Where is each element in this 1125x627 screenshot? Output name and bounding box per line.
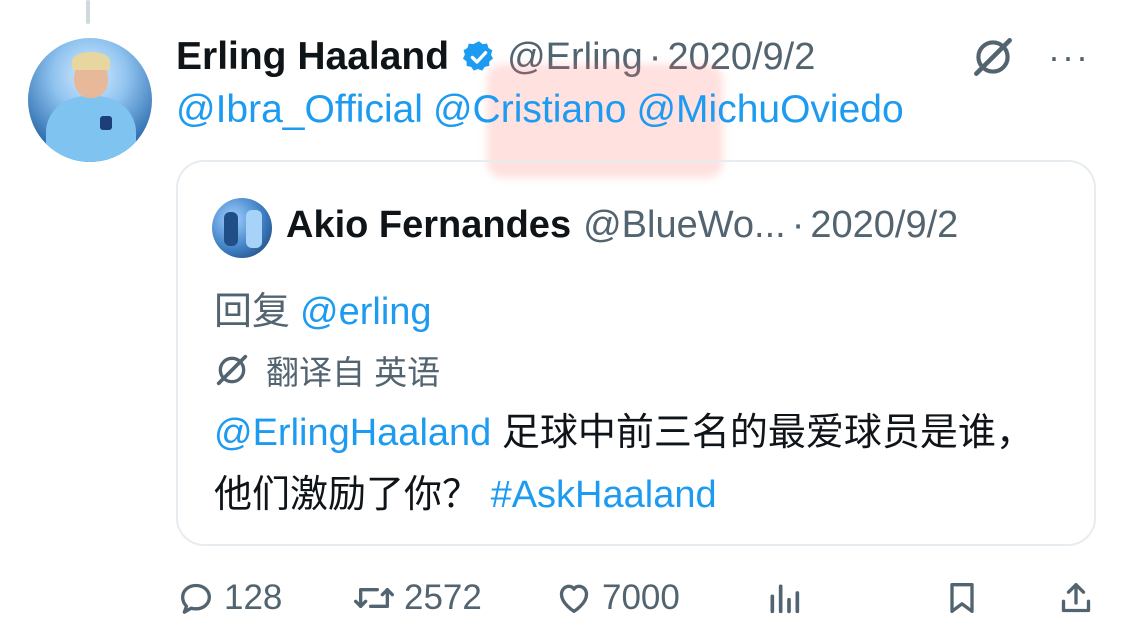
reply-mention-link[interactable]: @erling	[300, 291, 432, 333]
bookmark-button[interactable]	[942, 570, 990, 626]
like-button[interactable]: 7000	[554, 570, 680, 626]
retweet-icon	[353, 588, 394, 608]
reply-button[interactable]: 128	[176, 570, 282, 626]
translate-icon	[974, 38, 1012, 76]
quoted-author-avatar[interactable]	[212, 198, 272, 258]
quoted-tweet-card[interactable]: Akio Fernandes @BlueWo... · 2020/9/2 回复 @…	[176, 160, 1096, 546]
more-icon: ···	[1048, 36, 1090, 77]
mention-link[interactable]: @Ibra_Official	[176, 88, 423, 131]
quoted-tweet-header: Akio Fernandes @BlueWo... · 2020/9/2	[286, 204, 958, 247]
reply-count: 128	[224, 578, 283, 617]
reply-prefix: 回复	[214, 291, 291, 333]
hashtag-link[interactable]: #AskHaaland	[491, 474, 717, 516]
translated-from-label[interactable]: 翻译自 英语	[212, 346, 440, 394]
mention-link[interactable]: @Cristiano	[433, 88, 626, 131]
like-count: 7000	[602, 578, 680, 617]
reply-icon	[181, 583, 211, 614]
retweet-button[interactable]: 2572	[352, 570, 482, 626]
translate-button[interactable]	[968, 34, 1020, 80]
views-button[interactable]	[764, 570, 812, 626]
tweet-view: Erling Haaland @Erling · 2020/9/2 ··· @I…	[0, 0, 1125, 627]
quoted-tweet-date[interactable]: 2020/9/2	[810, 204, 958, 247]
more-options-button[interactable]: ···	[1048, 34, 1096, 80]
translated-label-text: 翻译自 英语	[266, 354, 441, 391]
retweet-count: 2572	[404, 578, 482, 617]
share-button[interactable]	[1056, 570, 1104, 626]
quoted-author-handle[interactable]: @BlueWo...	[583, 204, 786, 247]
mention-link[interactable]: @MichuOviedo	[636, 88, 903, 131]
views-chart-icon	[770, 584, 800, 614]
translate-icon	[216, 354, 248, 386]
reply-context: 回复 @erling	[214, 280, 432, 335]
tweet-mentions: @Ibra_Official @Cristiano @MichuOviedo	[176, 88, 914, 132]
author-name[interactable]: Erling Haaland	[176, 35, 449, 79]
quoted-tweet-text: @ErlingHaaland 足球中前三名的最爱球员是谁，他们激励了你？ #As…	[214, 402, 1054, 526]
quoted-header-separator: ·	[791, 204, 805, 246]
quoted-author-name[interactable]: Akio Fernandes	[286, 204, 571, 247]
heart-icon	[559, 584, 589, 613]
bookmark-icon	[950, 583, 974, 613]
author-avatar[interactable]	[28, 38, 152, 162]
body-mention-link[interactable]: @ErlingHaaland	[214, 412, 491, 454]
share-icon	[1061, 583, 1091, 613]
thread-connector-line	[86, 0, 90, 24]
tweet-action-bar: 128 2572 7000	[176, 570, 1096, 626]
